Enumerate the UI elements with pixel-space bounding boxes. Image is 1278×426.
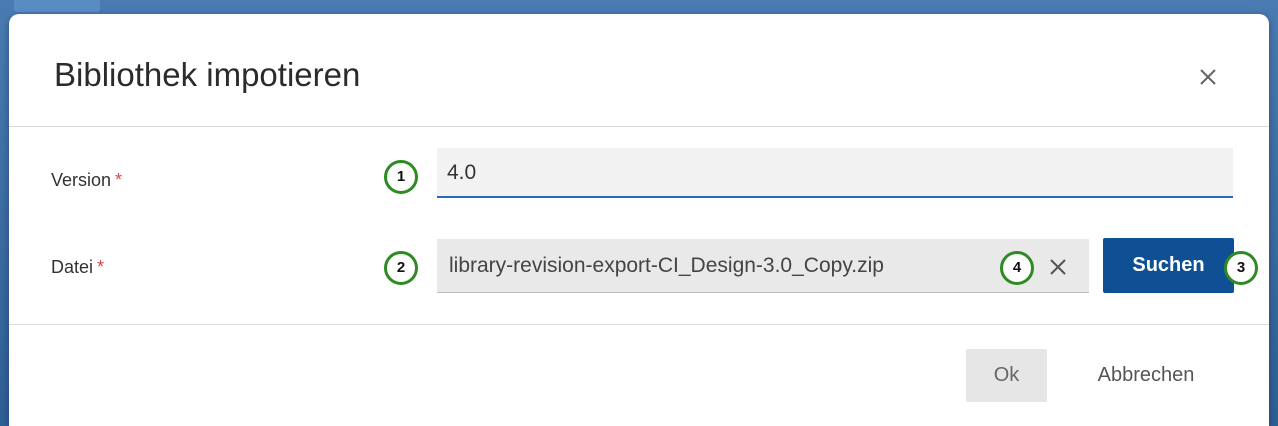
- annotation-marker-4: 4: [1000, 251, 1034, 285]
- file-path-field[interactable]: library-revision-export-CI_Design-3.0_Co…: [437, 239, 1089, 293]
- footer-divider: [9, 324, 1269, 325]
- cancel-button[interactable]: Abbrechen: [1071, 349, 1221, 402]
- file-label: Datei *: [51, 257, 104, 278]
- ok-button[interactable]: Ok: [966, 349, 1047, 402]
- annotation-marker-3: 3: [1224, 251, 1258, 285]
- file-label-text: Datei: [51, 257, 94, 277]
- version-input[interactable]: 4.0: [437, 148, 1233, 198]
- dialog-title: Bibliothek impotieren: [54, 56, 361, 93]
- version-label: Version *: [51, 170, 122, 191]
- import-dialog: Bibliothek impotieren Version * 1 4.0 Dat…: [9, 14, 1269, 426]
- clear-icon[interactable]: [1045, 254, 1071, 280]
- search-button[interactable]: Suchen: [1103, 238, 1234, 293]
- version-label-text: Version: [51, 170, 112, 190]
- file-required-marker: *: [97, 257, 105, 277]
- close-icon[interactable]: [1195, 64, 1221, 90]
- annotation-marker-1: 1: [384, 160, 418, 194]
- version-required-marker: *: [115, 170, 123, 190]
- background-tab: [14, 0, 100, 12]
- dialog-header: Bibliothek impotieren: [9, 14, 1269, 127]
- annotation-marker-2: 2: [384, 251, 418, 285]
